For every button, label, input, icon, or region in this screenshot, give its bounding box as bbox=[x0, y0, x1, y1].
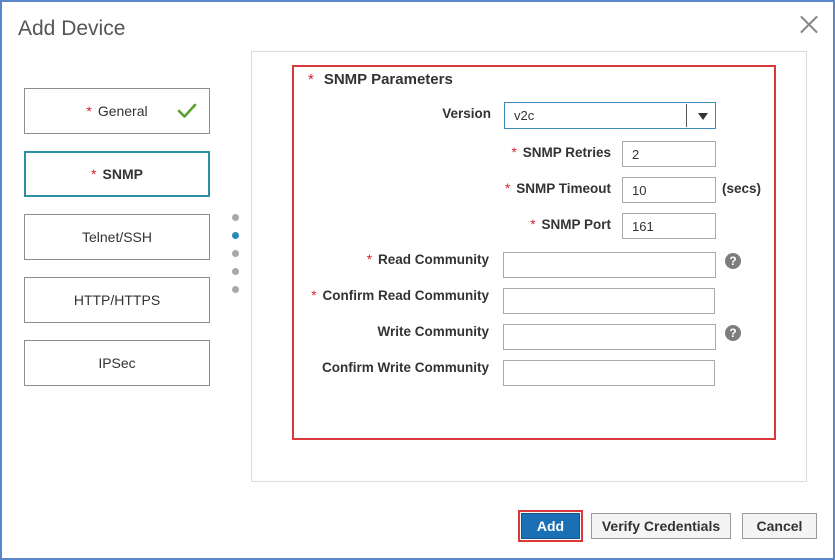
confirm-read-community-input[interactable] bbox=[503, 288, 715, 314]
sidebar-item-snmp[interactable]: * SNMP bbox=[24, 151, 210, 197]
sidebar-item-label: General bbox=[97, 103, 148, 119]
write-community-label: Write Community bbox=[377, 324, 489, 339]
step-dot-active[interactable] bbox=[232, 232, 239, 239]
read-community-label: * Read Community bbox=[367, 252, 489, 267]
snmp-timeout-label-text: SNMP Timeout bbox=[516, 181, 611, 196]
required-mark: * bbox=[366, 252, 372, 267]
snmp-retries-input[interactable] bbox=[622, 141, 716, 167]
dialog-title: Add Device bbox=[18, 17, 126, 40]
required-mark: * bbox=[511, 145, 517, 160]
step-dot[interactable] bbox=[232, 268, 239, 275]
help-icon[interactable]: ? bbox=[725, 253, 741, 269]
step-dot[interactable] bbox=[232, 214, 239, 221]
check-icon bbox=[177, 103, 197, 118]
snmp-port-label-text: SNMP Port bbox=[541, 217, 611, 232]
cancel-button[interactable]: Cancel bbox=[742, 513, 817, 539]
confirm-write-community-label: Confirm Write Community bbox=[321, 360, 489, 375]
verify-credentials-button[interactable]: Verify Credentials bbox=[591, 513, 731, 539]
required-mark: * bbox=[308, 71, 314, 88]
required-mark: * bbox=[504, 181, 511, 196]
timeout-unit: (secs) bbox=[722, 181, 762, 196]
required-mark: * bbox=[530, 217, 536, 232]
sidebar-item-label: IPSec bbox=[98, 355, 136, 371]
version-label: Version bbox=[442, 106, 491, 121]
confirm-read-community-label-text: Confirm Read Community bbox=[322, 288, 489, 303]
step-dot[interactable] bbox=[232, 250, 239, 257]
version-value: v2c bbox=[514, 108, 535, 123]
confirm-read-community-label: * Confirm Read Community bbox=[311, 288, 489, 303]
snmp-port-label: * SNMP Port bbox=[530, 217, 611, 232]
confirm-write-community-input[interactable] bbox=[503, 360, 715, 386]
sidebar-item-general[interactable]: * General bbox=[24, 88, 210, 134]
sidebar-item-label: Telnet/SSH bbox=[81, 229, 153, 245]
close-icon[interactable] bbox=[797, 12, 821, 36]
sidebar-item-telnet-ssh[interactable]: Telnet/SSH bbox=[24, 214, 210, 260]
sidebar-item-label: HTTP/HTTPS bbox=[73, 292, 161, 308]
snmp-retries-label-text: SNMP Retries bbox=[522, 145, 611, 160]
snmp-retries-label: * SNMP Retries bbox=[511, 145, 611, 160]
sidebar-item-http-https[interactable]: HTTP/HTTPS bbox=[24, 277, 210, 323]
snmp-timeout-input[interactable] bbox=[622, 177, 716, 203]
section-title: * SNMP Parameters bbox=[308, 71, 453, 88]
version-select[interactable]: v2c bbox=[504, 102, 716, 129]
required-mark: * bbox=[86, 103, 92, 119]
help-icon[interactable]: ? bbox=[725, 325, 741, 341]
required-mark: * bbox=[91, 166, 97, 182]
write-community-input[interactable] bbox=[503, 324, 716, 350]
step-dot[interactable] bbox=[232, 286, 239, 293]
read-community-input[interactable] bbox=[503, 252, 716, 278]
required-mark: * bbox=[311, 288, 317, 303]
add-button[interactable]: Add bbox=[518, 510, 583, 542]
sidebar-item-ipsec[interactable]: IPSec bbox=[24, 340, 210, 386]
chevron-down-icon bbox=[698, 113, 708, 120]
snmp-port-input[interactable] bbox=[622, 213, 716, 239]
snmp-timeout-label: * SNMP Timeout bbox=[505, 181, 611, 196]
section-title-text: SNMP Parameters bbox=[323, 71, 453, 88]
read-community-label-text: Read Community bbox=[377, 252, 489, 267]
select-divider bbox=[686, 104, 687, 127]
sidebar-item-label: SNMP bbox=[102, 166, 143, 182]
